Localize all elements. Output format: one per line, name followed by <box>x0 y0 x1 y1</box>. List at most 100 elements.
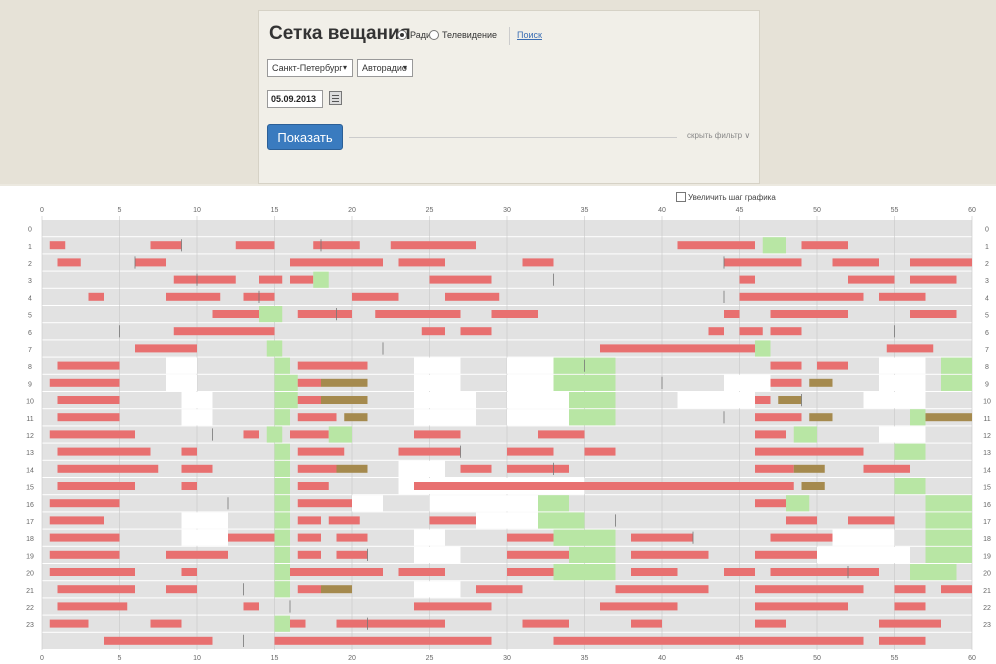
x-tick-label: 25 <box>426 655 434 662</box>
schedule-block <box>414 529 445 546</box>
row-label: 11 <box>26 416 33 423</box>
schedule-chart: 0055101015152020252530303535404045455050… <box>26 207 991 662</box>
schedule-block <box>297 516 321 525</box>
schedule-block <box>336 568 383 576</box>
x-tick-label: 5 <box>118 655 122 662</box>
schedule-block <box>507 550 569 559</box>
schedule-block <box>793 426 817 443</box>
schedule-block <box>135 344 197 353</box>
schedule-block <box>569 546 616 563</box>
schedule-block <box>755 636 864 645</box>
schedule-block <box>166 550 228 559</box>
schedule-block <box>57 464 159 473</box>
schedule-block <box>925 495 972 512</box>
x-tick-label: 60 <box>968 207 976 214</box>
schedule-block <box>762 237 786 254</box>
schedule-block <box>321 585 352 594</box>
schedule-block <box>755 585 864 594</box>
schedule-block <box>321 396 368 404</box>
schedule-block <box>507 568 554 576</box>
schedule-block <box>274 392 298 409</box>
row-label: 1 <box>985 244 989 251</box>
row-label: 15 <box>983 485 991 492</box>
row-label: 9 <box>28 381 32 388</box>
schedule-block <box>507 447 554 456</box>
schedule-block <box>344 413 368 422</box>
row-label: 17 <box>983 519 991 526</box>
schedule-block <box>801 241 848 250</box>
row-label: 11 <box>983 416 990 423</box>
schedule-block <box>879 374 926 391</box>
schedule-block <box>755 340 771 357</box>
schedule-block <box>809 378 833 387</box>
schedule-block <box>414 602 492 611</box>
schedule-block <box>290 258 383 267</box>
schedule-block <box>553 564 616 581</box>
schedule-block <box>274 546 290 563</box>
schedule-block <box>243 602 259 611</box>
x-tick-label: 35 <box>581 655 589 662</box>
schedule-block <box>817 361 848 370</box>
schedule-block <box>879 426 926 443</box>
schedule-block <box>266 426 283 443</box>
x-tick-label: 5 <box>118 207 122 214</box>
schedule-block <box>941 357 972 374</box>
row-label: 6 <box>28 330 32 337</box>
row-label: 0 <box>985 227 989 234</box>
schedule-block <box>166 585 197 594</box>
schedule-block <box>941 374 972 391</box>
row-label: 21 <box>983 588 991 595</box>
x-tick-label: 15 <box>271 655 279 662</box>
schedule-block <box>817 546 910 563</box>
schedule-block <box>352 495 383 512</box>
schedule-block <box>894 585 926 594</box>
schedule-block <box>274 564 290 581</box>
schedule-block <box>755 430 786 439</box>
schedule-block <box>677 241 755 250</box>
schedule-block <box>173 275 236 284</box>
schedule-block <box>57 585 135 594</box>
schedule-block <box>894 443 926 460</box>
schedule-block <box>104 636 213 645</box>
schedule-block <box>49 533 120 542</box>
row-label: 16 <box>983 502 991 509</box>
schedule-block <box>662 636 755 645</box>
schedule-block <box>584 447 616 456</box>
schedule-block <box>297 413 337 422</box>
schedule-block <box>414 430 461 439</box>
schedule-block <box>297 396 321 404</box>
schedule-block <box>383 619 445 628</box>
row-label: 5 <box>985 313 989 320</box>
row-label: 1 <box>28 244 32 251</box>
schedule-block <box>863 464 910 473</box>
schedule-block <box>274 615 290 632</box>
schedule-block <box>243 430 259 439</box>
schedule-block <box>313 241 360 250</box>
schedule-block <box>522 258 554 267</box>
x-tick-label: 45 <box>736 655 744 662</box>
schedule-block <box>631 619 662 628</box>
schedule-block <box>507 409 569 426</box>
schedule-block <box>57 413 120 422</box>
x-tick-label: 40 <box>658 655 666 662</box>
x-tick-label: 35 <box>581 207 589 214</box>
schedule-block <box>297 585 321 594</box>
schedule-block <box>173 327 275 336</box>
row-label: 13 <box>26 450 34 457</box>
schedule-block <box>848 275 895 284</box>
schedule-block <box>49 430 135 439</box>
schedule-block <box>181 568 197 576</box>
schedule-block <box>538 495 569 512</box>
schedule-block <box>290 619 306 628</box>
x-tick-label: 40 <box>658 207 666 214</box>
schedule-block <box>879 636 926 645</box>
schedule-block <box>809 413 833 422</box>
schedule-block <box>297 533 321 542</box>
schedule-block <box>135 258 166 267</box>
schedule-block <box>460 464 492 473</box>
schedule-block <box>49 568 135 576</box>
schedule-block <box>336 550 368 559</box>
schedule-block <box>274 495 290 512</box>
schedule-block <box>755 619 786 628</box>
schedule-block <box>879 619 941 628</box>
